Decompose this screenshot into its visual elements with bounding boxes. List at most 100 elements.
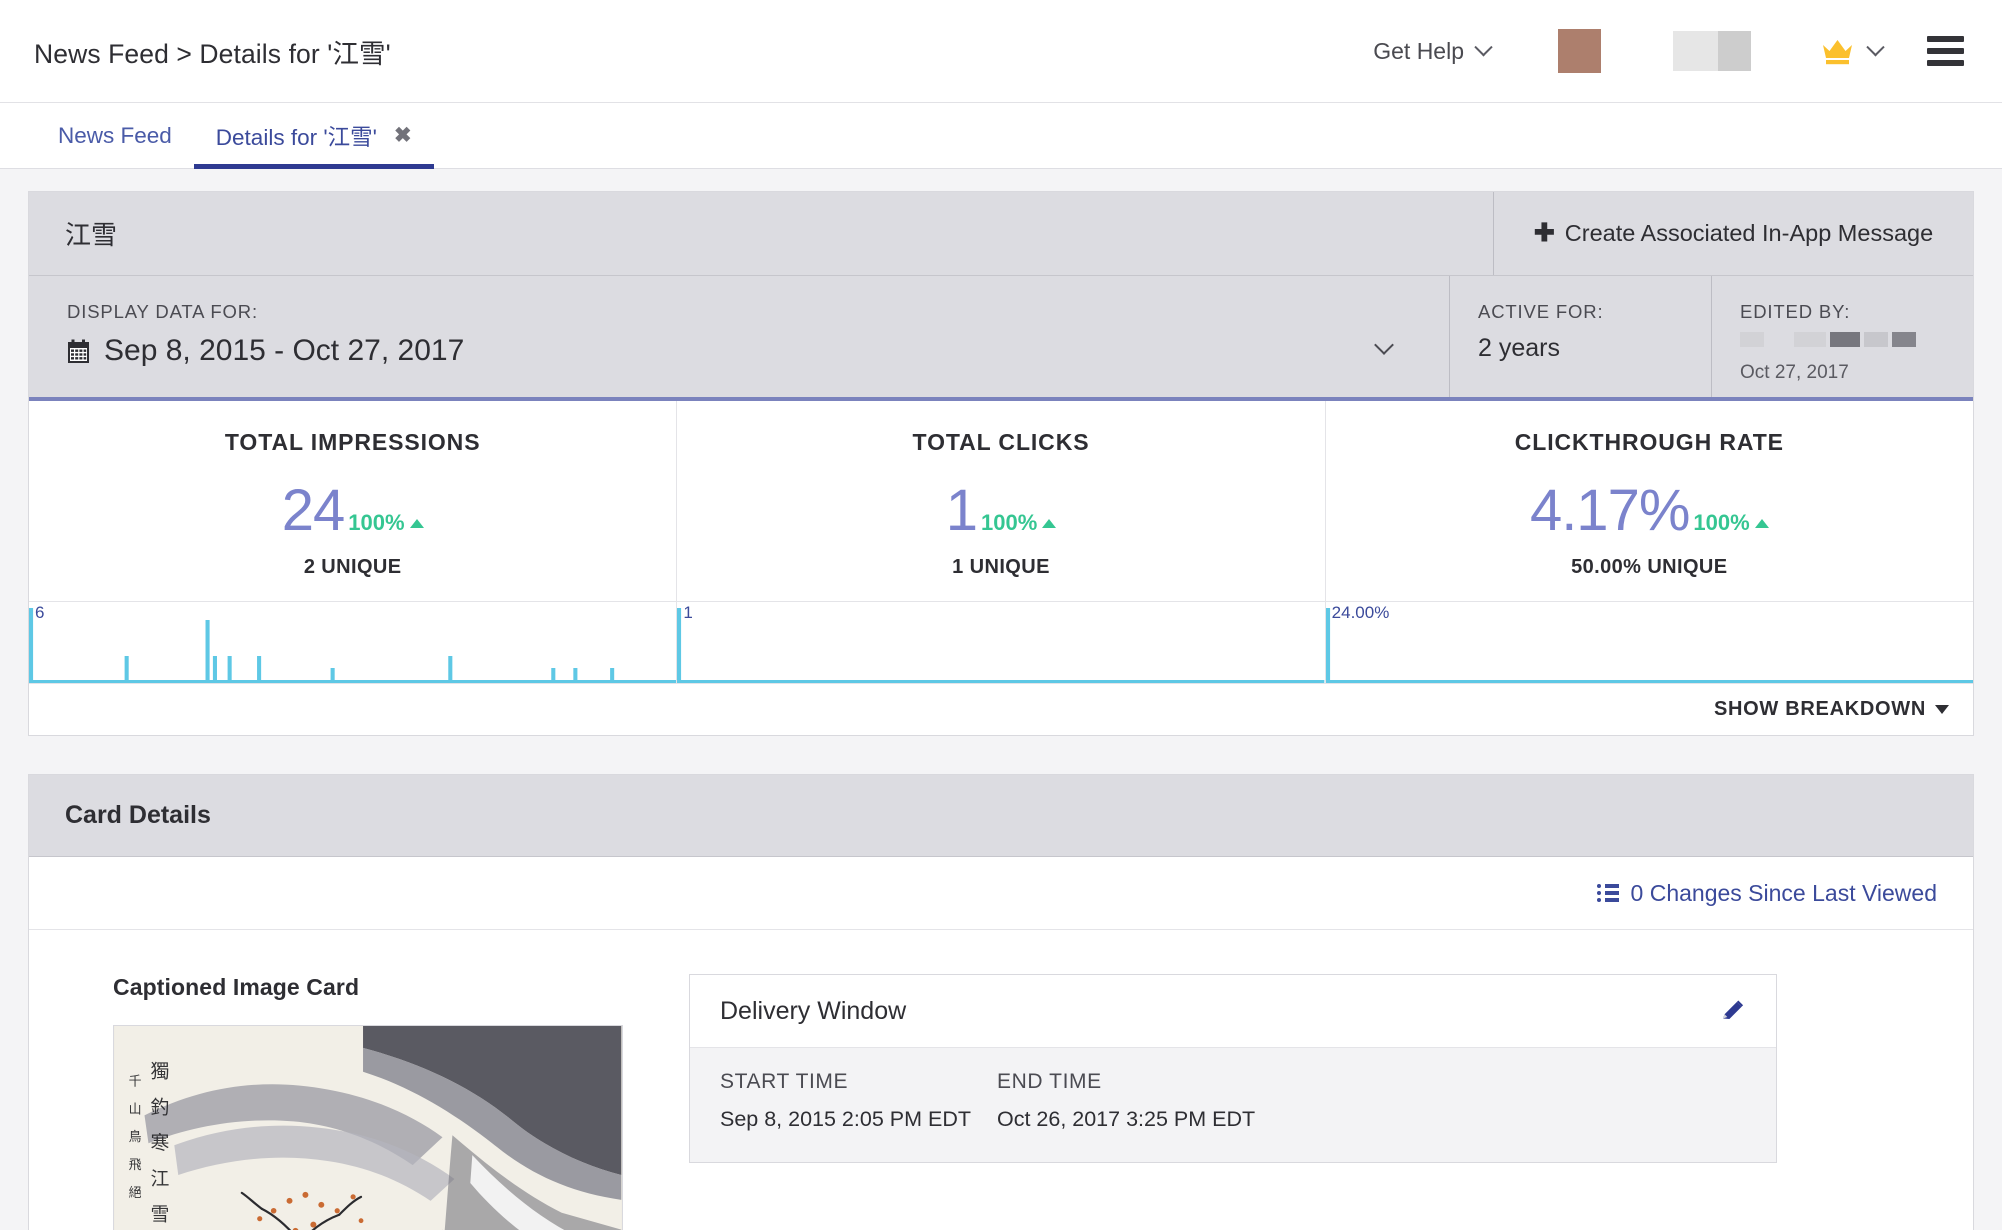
sparkline-peak-label: 24.00% [1331, 603, 1390, 622]
create-button-label: Create Associated In-App Message [1564, 220, 1934, 246]
card-details-panel: Card Details 0 Changes Since Last Viewed… [28, 774, 1974, 1230]
display-data-for-selector[interactable]: DISPLAY DATA FOR: Sep 8, 2015 - Oct 27, … [29, 276, 1449, 397]
metric-title: CLICKTHROUGH RATE [1514, 429, 1784, 455]
metric-unique: 50.00% UNIQUE [1571, 556, 1728, 578]
metric-title: TOTAL CLICKS [912, 429, 1090, 455]
metric-main: 4.17% 100% [1326, 482, 1973, 540]
metric-total-clicks: TOTAL CLICKS 1 100% 1 UNIQUE [677, 401, 1326, 601]
crown-icon [1823, 39, 1852, 64]
changes-link-label: 0 Changes Since Last Viewed [1630, 879, 1937, 906]
sparkline-peak-label: 6 [35, 603, 45, 622]
metric-total-impressions: TOTAL IMPRESSIONS 24 100% 2 UNIQUE [29, 401, 678, 601]
display-data-for-label: DISPLAY DATA FOR: [67, 301, 258, 322]
chevron-down-icon [1474, 37, 1493, 56]
delivery-window-panel: Delivery Window START TIME Sep 8, 2015 2… [689, 974, 1777, 1163]
metric-delta: 100% [1693, 510, 1769, 536]
create-associated-in-app-message-button[interactable]: ✚ Create Associated In-App Message [1493, 192, 1973, 275]
sparkline-row: 6 1 24.00% [29, 601, 1973, 683]
triangle-up-icon [1042, 518, 1057, 528]
svg-text:寒: 寒 [150, 1132, 169, 1154]
svg-text:鳥: 鳥 [129, 1130, 142, 1145]
tab-bar: News Feed Details for '江雪' ✖ [0, 103, 2002, 169]
svg-text:釣: 釣 [150, 1096, 169, 1118]
changes-row: 0 Changes Since Last Viewed [29, 857, 1973, 930]
chevron-down-icon [1866, 37, 1885, 56]
ink-painting-image: 獨釣寒 江雪 千山 鳥飛 絕 [114, 1026, 622, 1230]
card-details-header: Card Details [29, 775, 1973, 857]
metric-clickthrough-rate: CLICKTHROUGH RATE 4.17% 100% 50.00% UNIQ… [1326, 401, 1973, 601]
start-time-label: START TIME [720, 1070, 849, 1093]
caret-down-icon [1935, 705, 1949, 714]
edited-by-date: Oct 27, 2017 [1740, 362, 1849, 383]
plus-icon: ✚ [1533, 219, 1555, 247]
sparkline-ctr: 24.00% [1325, 602, 1973, 683]
changes-since-last-viewed-link[interactable]: 0 Changes Since Last Viewed [1596, 879, 1937, 907]
delivery-window-header: Delivery Window [690, 975, 1776, 1047]
campaign-title: 江雪 [65, 220, 118, 250]
account-crown-menu[interactable] [1821, 37, 1885, 65]
start-time-value: Sep 8, 2015 2:05 PM EDT [720, 1107, 971, 1131]
active-for-label: ACTIVE FOR: [1478, 301, 1604, 322]
card-image-preview: 獨釣寒 江雪 千山 鳥飛 絕 [113, 1025, 623, 1230]
metric-unique: 1 UNIQUE [952, 556, 1050, 578]
hamburger-menu-icon[interactable] [1927, 36, 1964, 66]
delivery-window-grid: START TIME Sep 8, 2015 2:05 PM EDT END T… [720, 1070, 1746, 1132]
svg-text:千: 千 [129, 1075, 142, 1090]
show-breakdown-label: SHOW BREAKDOWN [1713, 698, 1926, 720]
tab-details[interactable]: Details for '江雪' ✖ [193, 103, 434, 169]
sparkline-chart [29, 608, 677, 683]
triangle-up-icon [1754, 518, 1769, 528]
summary-card-header: 江雪 ✚ Create Associated In-App Message [29, 192, 1973, 276]
redacted-avatar-block [1558, 29, 1601, 73]
metric-value: 4.17% [1529, 478, 1690, 543]
sparkline-peak-label: 1 [683, 603, 693, 622]
end-time-value: Oct 26, 2017 3:25 PM EDT [996, 1107, 1256, 1131]
triangle-up-icon [409, 518, 424, 528]
summary-card: 江雪 ✚ Create Associated In-App Message DI… [28, 191, 1974, 736]
metric-value: 24 [281, 478, 346, 543]
delivery-window-title: Delivery Window [720, 996, 907, 1025]
app-page: News Feed > Details for '江雪' Get Help Ne… [0, 0, 2002, 1230]
breadcrumb: News Feed > Details for '江雪' [34, 38, 391, 69]
top-bar-right: Get Help [1359, 29, 1964, 73]
calendar-icon [68, 339, 89, 363]
get-help-menu[interactable]: Get Help [1359, 38, 1504, 65]
display-data-for-value: Sep 8, 2015 - Oct 27, 2017 [104, 334, 465, 367]
close-icon[interactable]: ✖ [394, 123, 412, 148]
metric-main: 24 100% [29, 482, 676, 540]
tab-label: News Feed [58, 122, 172, 148]
top-bar: News Feed > Details for '江雪' Get Help [0, 0, 2002, 103]
pencil-icon[interactable] [1720, 998, 1746, 1024]
start-time-col: START TIME Sep 8, 2015 2:05 PM EDT [720, 1070, 971, 1132]
end-time-label: END TIME [996, 1070, 1102, 1093]
svg-text:雪: 雪 [150, 1204, 169, 1226]
metrics-row: TOTAL IMPRESSIONS 24 100% 2 UNIQUE TOTAL… [29, 401, 1973, 601]
edited-by-cell: EDITED BY: Oct 27, 2017 [1711, 276, 1973, 397]
breakdown-row: SHOW BREAKDOWN [29, 683, 1973, 735]
tab-label: Details for '江雪' [215, 124, 377, 150]
sparkline-chart [1325, 608, 1973, 683]
end-time-col: END TIME Oct 26, 2017 3:25 PM EDT [997, 1070, 1255, 1132]
metric-delta-value: 100% [1693, 510, 1750, 535]
delivery-window-column: Delivery Window START TIME Sep 8, 2015 2… [689, 974, 1973, 1230]
show-breakdown-button[interactable]: SHOW BREAKDOWN [1714, 698, 1949, 721]
display-data-for-value-row: Sep 8, 2015 - Oct 27, 2017 [67, 334, 1449, 368]
card-details-heading: Card Details [65, 801, 211, 829]
list-icon [1596, 884, 1619, 902]
sparkline-chart [677, 608, 1325, 683]
tab-news-feed[interactable]: News Feed [36, 103, 194, 168]
redacted-logo-block [1673, 31, 1751, 71]
edited-by-label: EDITED BY: [1740, 301, 1851, 322]
sparkline-clicks: 1 [677, 602, 1326, 683]
metric-value: 1 [945, 478, 978, 543]
card-preview-column: Captioned Image Card 獨 釣 寒 江 雪 千 山 鳥 飛 絕 [29, 974, 689, 1230]
delivery-window-body: START TIME Sep 8, 2015 2:05 PM EDT END T… [690, 1047, 1776, 1162]
metric-delta: 100% [348, 510, 424, 536]
svg-text:江: 江 [150, 1168, 169, 1190]
metric-title: TOTAL IMPRESSIONS [224, 429, 481, 455]
metric-delta-value: 100% [980, 510, 1038, 535]
metric-delta-value: 100% [348, 510, 405, 535]
metric-unique: 2 UNIQUE [303, 556, 402, 578]
card-type-label: Captioned Image Card [113, 974, 360, 1000]
svg-text:山: 山 [129, 1102, 142, 1117]
